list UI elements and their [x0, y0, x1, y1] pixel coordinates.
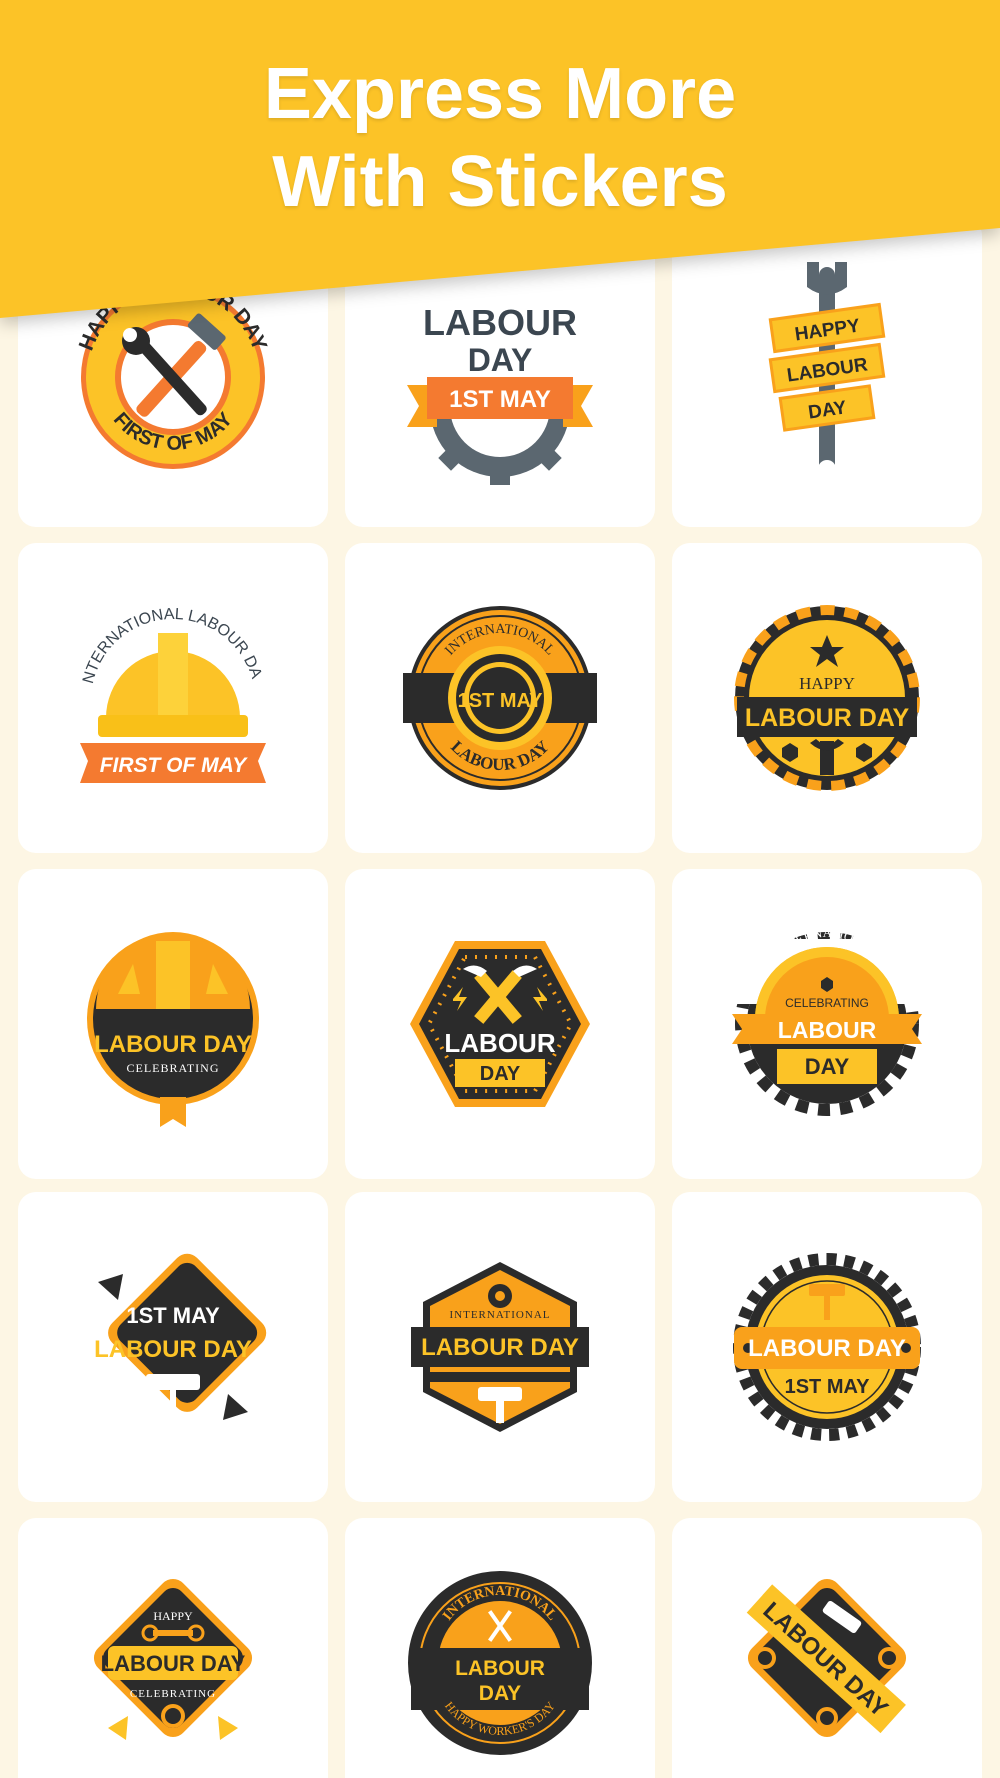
sticker-card[interactable]: HAPPY LABOUR DAY [672, 543, 982, 853]
title-line-2: With Stickers [272, 142, 728, 222]
sticker-card[interactable]: INTERNATIONAL 1ST MAY LABOUR DAY [345, 543, 655, 853]
sticker-card[interactable]: HAPPY LABOUR DAY CELEBRATING [18, 1518, 328, 1778]
international-labour-day-happy-workers-day-badge: INTERNATIONAL LABOUR DAY HAPPY WORKER'S … [408, 1571, 592, 1755]
sticker-card[interactable]: LABOUR DAY 1ST MAY [672, 1192, 982, 1502]
1st-may-labour-day-diamond-badge: 1ST MAY LABOUR DAY [94, 1253, 267, 1420]
international-celebrating-labour-day-gear-badge: INTERNATIONAL CELEBRATING LABOUR DAY [732, 925, 922, 1116]
sticker-text: LABOUR DAY [748, 1335, 906, 1362]
labour-day-celebrating-hardhat-badge: LABOUR DAY CELEBRATING [87, 932, 259, 1127]
sticker-text: 1ST MAY [449, 386, 551, 413]
international-labour-day-hexagon-badge: INTERNATIONAL LABOUR DAY [411, 1262, 589, 1432]
labour-day-hexagon-hammers-badge: LABOUR DAY [410, 941, 590, 1107]
hardhat-icon [98, 633, 248, 737]
sticker-text: LABOUR DAY [745, 704, 910, 732]
sticker-text: CELEBRATING [127, 1061, 220, 1075]
labour-day-1st-may-roller-gear-badge: LABOUR DAY 1ST MAY [733, 1253, 921, 1441]
sticker-text: 1ST MAY [785, 1376, 871, 1398]
sticker-text: CELEBRATING [785, 996, 869, 1010]
international-labour-day-hardhat-badge: INTERNATIONAL LABOUR DAY FIRST OF MAY [18, 543, 266, 783]
sticker-text: DAY [480, 1063, 521, 1085]
happy-labour-day-celebrating-diamond-badge: HAPPY LABOUR DAY CELEBRATING [93, 1578, 253, 1740]
sticker-text: LABOUR DAY [94, 1336, 252, 1363]
sticker-text: FIRST OF MAY [100, 754, 249, 777]
sticker-card[interactable]: INTERNATIONAL LABOUR DAY HAPPY WORKER'S … [345, 1518, 655, 1778]
gear-icon [488, 1284, 512, 1308]
sticker-card[interactable]: LABOUR DAY CELEBRATING [18, 869, 328, 1179]
sticker-card[interactable]: 1ST MAY LABOUR DAY [18, 1192, 328, 1502]
sticker-card[interactable]: LABOUR DAY [345, 869, 655, 1179]
sticker-text: DAY [468, 342, 533, 378]
sticker-text: DAY [805, 1054, 850, 1079]
sticker-text: HAPPY [799, 674, 855, 693]
international-1st-may-gear-badge: INTERNATIONAL 1ST MAY LABOUR DAY [403, 606, 597, 790]
sticker-card[interactable]: INTERNATIONAL CELEBRATING LABOUR DAY [672, 869, 982, 1179]
sticker-text: INTERNATIONAL [450, 1309, 551, 1321]
sticker-text: HAPPY [153, 1609, 193, 1623]
sticker-text: LABOUR DAY [101, 1651, 246, 1676]
sticker-card[interactable]: INTERNATIONAL LABOUR DAY [345, 1192, 655, 1502]
title-line-1: Express More [263, 54, 737, 134]
happy-labour-day-striped-badge: HAPPY LABOUR DAY [734, 605, 920, 791]
sticker-text: LABOUR [778, 1017, 877, 1043]
labour-day-diagonal-ribbon-badge: LABOUR DAY [746, 1578, 907, 1738]
sticker-text: LABOUR DAY [421, 1334, 579, 1361]
sticker-text: 1ST MAY [126, 1303, 220, 1328]
sticker-card[interactable]: LABOUR DAY [672, 1518, 982, 1778]
sticker-text: DAY [479, 1682, 521, 1705]
hardhat-icon [96, 932, 250, 1009]
sticker-text: LABOUR DAY [94, 1031, 252, 1058]
sticker-text: CELEBRATING [130, 1688, 216, 1700]
page-title: Express More With Stickers [0, 50, 1000, 226]
sticker-text: LABOUR [444, 1028, 555, 1058]
sticker-text: LABOUR [455, 1657, 545, 1680]
sticker-text: 1ST MAY [458, 690, 544, 712]
sticker-card[interactable]: INTERNATIONAL LABOUR DAY FIRST OF MAY [18, 543, 328, 853]
